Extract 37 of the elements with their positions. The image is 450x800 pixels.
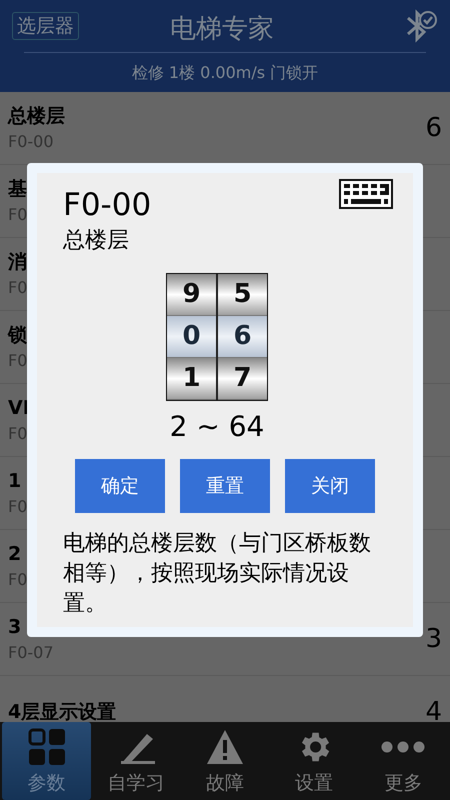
more-icon (381, 741, 426, 753)
parameter-name: 总楼层 (63, 227, 129, 255)
parameter-name: 2 (8, 542, 22, 567)
tab[interactable]: 设置 (270, 722, 359, 800)
parameter-name: 总楼层 (8, 104, 65, 129)
parameter-name: 1 (8, 469, 22, 494)
parameter-name: 基 (8, 177, 28, 202)
dialog-button[interactable]: 关闭 (285, 459, 375, 513)
picker-digit[interactable]: 7 (218, 358, 267, 400)
picker-digit[interactable]: 5 (218, 274, 267, 316)
picker-digit[interactable]: 6 (218, 316, 267, 358)
keyboard-icon[interactable] (339, 179, 393, 209)
status-line: 检修 1楼 0.00m/s 门锁开 (130, 62, 320, 84)
number-picker[interactable]: 9 0 1 5 6 7 (166, 273, 268, 401)
grid-icon (28, 728, 66, 766)
app-title: 电梯专家 (170, 13, 274, 46)
parameter-code: F0-00 (63, 186, 152, 225)
picker-digit[interactable]: 1 (167, 358, 216, 400)
parameter-name: 消 (8, 250, 28, 275)
tab[interactable]: 参数 (2, 722, 92, 800)
tab[interactable]: 自学习 (91, 722, 180, 800)
dialog-button[interactable]: 重置 (180, 459, 270, 513)
floor-selector-button[interactable]: 选层器 (12, 12, 79, 40)
parameter-value: 4 (425, 696, 442, 722)
parameter-value: 6 (425, 112, 442, 144)
parameter-name: 4层显示设置 (8, 700, 116, 722)
warning-icon (206, 729, 244, 765)
tab[interactable]: 故障 (180, 722, 270, 800)
parameter-value: 3 (425, 622, 442, 656)
picker-digit[interactable]: 9 (167, 274, 216, 316)
dialog-button[interactable]: 确定 (75, 459, 165, 513)
tab[interactable]: 更多 (358, 722, 448, 800)
value-range: 2 ~ 64 (170, 409, 264, 445)
picker-digit[interactable]: 0 (167, 316, 216, 358)
parameter-name: 锁 (8, 323, 28, 348)
parameter-name: 3 (8, 615, 22, 640)
bluetooth-connected-icon[interactable] (404, 8, 438, 44)
